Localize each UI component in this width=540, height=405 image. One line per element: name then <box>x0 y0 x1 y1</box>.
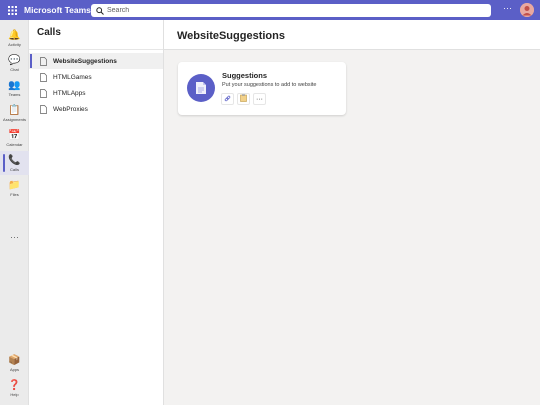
rail-item-label: Files <box>10 191 19 197</box>
channel-item-webproxies[interactable]: WebProxies <box>29 101 163 117</box>
channel-label: HTMLApps <box>53 89 86 97</box>
rail-item-label: Teams <box>8 91 21 97</box>
chat-icon: 💬 <box>8 54 21 66</box>
rail-item-activity[interactable]: 🔔 Activity <box>0 26 29 50</box>
avatar[interactable] <box>520 3 534 17</box>
document-icon <box>39 104 47 114</box>
rail-item-files[interactable]: 📁 Files <box>0 176 29 200</box>
document-icon <box>187 74 215 102</box>
copy-button[interactable] <box>237 93 250 105</box>
panel-title: Calls <box>29 20 163 50</box>
document-icon <box>39 56 47 66</box>
rail-item-help[interactable]: ❓ Help <box>0 376 29 400</box>
bell-icon: 🔔 <box>8 29 21 41</box>
rail-item-calendar[interactable]: 📅 Calendar <box>0 126 29 150</box>
top-bar: Microsoft Teams ··· <box>0 0 540 20</box>
rail-item-calls[interactable]: 📞 Calls <box>0 151 29 175</box>
channel-label: HTMLGames <box>53 73 92 81</box>
rail-item-label: Chat <box>10 66 19 72</box>
rail-item-apps[interactable]: 📦 Apps <box>0 351 29 375</box>
rail-item-label: Apps <box>9 366 20 372</box>
rail-item-label: Calls <box>10 166 19 172</box>
page-title: WebsiteSuggestions <box>164 20 540 50</box>
rail-item-assignments[interactable]: 📋 Assignments <box>0 101 29 125</box>
channel-label: WebsiteSuggestions <box>53 57 117 65</box>
rail-item-label: Activity <box>8 41 21 47</box>
card-description: Put your suggestions to add to website <box>222 82 317 88</box>
document-icon <box>39 88 47 98</box>
calendar-icon: 📅 <box>8 129 21 141</box>
channel-label: WebProxies <box>53 105 88 113</box>
copy-link-button[interactable] <box>221 93 234 105</box>
rail-item-label: Calendar <box>6 141 23 147</box>
card-actions: ··· <box>221 93 266 105</box>
phone-icon: 📞 <box>8 154 21 166</box>
more-options-icon[interactable]: ··· <box>503 3 512 13</box>
more-apps-icon[interactable]: ··· <box>0 232 29 242</box>
search-input[interactable] <box>107 7 477 14</box>
search-icon <box>96 6 104 15</box>
calls-panel: Calls WebsiteSuggestions HTMLGames HTMLA… <box>29 20 164 405</box>
link-icon <box>224 95 231 104</box>
teams-icon: 👥 <box>8 79 21 91</box>
help-icon: ❓ <box>8 379 21 391</box>
assignments-icon: 📋 <box>8 104 21 116</box>
document-icon <box>39 72 47 82</box>
folder-icon: 📁 <box>8 179 21 191</box>
main-content: WebsiteSuggestions Suggestions Put your … <box>164 20 540 405</box>
channel-item-htmlapps[interactable]: HTMLApps <box>29 85 163 101</box>
search-box[interactable] <box>91 4 491 17</box>
app-title: Microsoft Teams <box>24 5 91 15</box>
rail-item-chat[interactable]: 💬 Chat <box>0 51 29 75</box>
rail-item-label: Help <box>10 391 19 397</box>
app-launcher-icon[interactable] <box>3 0 21 20</box>
rail-item-teams[interactable]: 👥 Teams <box>0 76 29 100</box>
more-options-button[interactable]: ··· <box>253 93 266 105</box>
clipboard-icon <box>240 94 247 104</box>
apps-icon: 📦 <box>8 354 21 366</box>
suggestions-card[interactable]: Suggestions Put your suggestions to add … <box>178 62 346 115</box>
channel-item-websitesuggestions[interactable]: WebsiteSuggestions <box>29 53 163 69</box>
rail-item-label: Assignments <box>3 116 26 122</box>
channel-item-htmlgames[interactable]: HTMLGames <box>29 69 163 85</box>
card-title: Suggestions <box>222 71 268 80</box>
app-rail: 🔔 Activity 💬 Chat 👥 Teams 📋 Assignments … <box>0 20 29 405</box>
